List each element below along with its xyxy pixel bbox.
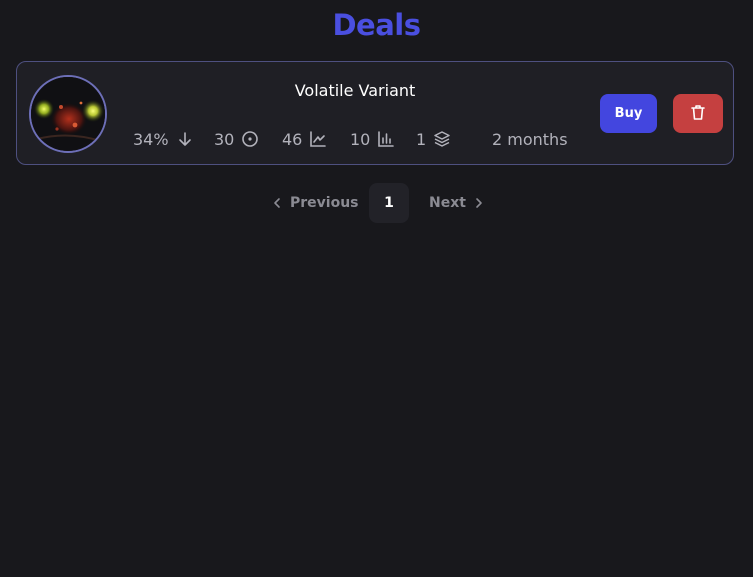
deal-name: Volatile Variant (294, 81, 416, 100)
chevron-left-icon (274, 198, 280, 208)
bar-chart-icon (377, 130, 395, 148)
previous-page-button[interactable]: Previous (272, 183, 359, 223)
stat-count-b-value: 46 (282, 129, 303, 149)
stat-percent: 34% (133, 128, 194, 150)
line-chart-icon (309, 130, 327, 148)
previous-label: Previous (290, 195, 359, 211)
stat-age-value: 2 months (492, 129, 568, 149)
page-button-1[interactable]: 1 (369, 183, 409, 223)
next-label: Next (429, 195, 466, 211)
chevron-right-icon (476, 198, 482, 208)
stat-count-d: 1 (416, 128, 451, 150)
buy-button[interactable]: Buy (600, 94, 657, 133)
avatar-image (31, 77, 105, 151)
delete-button[interactable] (673, 94, 723, 133)
deal-avatar (29, 75, 107, 153)
stat-age: 2 months (492, 128, 568, 150)
page-title: Deals (332, 8, 421, 42)
pagination: Previous 1 Next (0, 183, 753, 223)
stat-count-a: 30 (214, 128, 259, 150)
stat-count-c-value: 10 (350, 129, 371, 149)
stat-count-c: 10 (350, 128, 395, 150)
stat-percent-value: 34% (133, 129, 169, 149)
stat-count-b: 46 (282, 128, 327, 150)
next-page-button[interactable]: Next (429, 183, 484, 223)
deal-card: Volatile Variant 34% 30 46 10 1 2 months… (16, 61, 734, 165)
circle-dot-icon (241, 130, 259, 148)
deals-page: Deals Volatile Variant 34% 30 46 10 1 2 … (0, 0, 753, 577)
layers-icon (433, 130, 451, 148)
stat-count-d-value: 1 (416, 129, 427, 149)
trash-icon (689, 103, 707, 124)
arrow-down-icon (176, 130, 194, 148)
stat-count-a-value: 30 (214, 129, 235, 149)
